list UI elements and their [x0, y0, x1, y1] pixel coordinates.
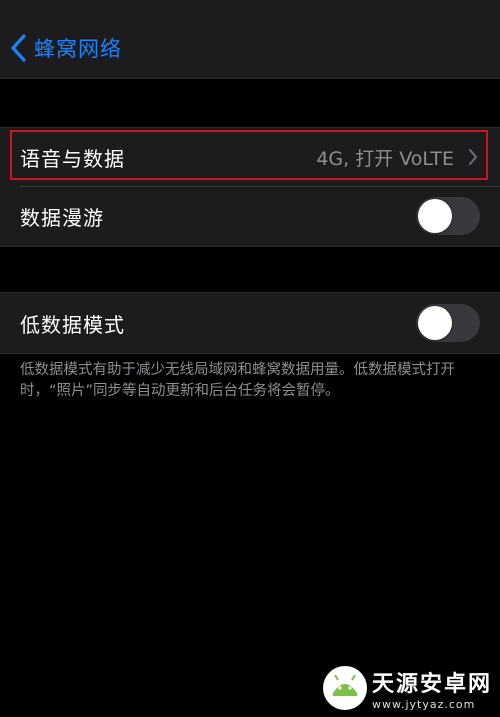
data-roaming-label: 数据漫游: [20, 205, 104, 230]
voice-and-data-row[interactable]: 语音与数据 4G, 打开 VoLTE: [0, 128, 500, 186]
back-button[interactable]: 蜂窝网络: [10, 30, 122, 66]
voice-and-data-label: 语音与数据: [20, 146, 125, 171]
toggle-knob: [418, 306, 452, 340]
navigation-bar: 蜂窝网络: [0, 0, 500, 79]
android-logo-icon: [322, 666, 367, 710]
low-data-mode-row: 低数据模式: [0, 294, 500, 352]
voice-and-data-value: 4G, 打开 VoLTE: [316, 147, 454, 170]
chevron-right-icon: [469, 149, 477, 165]
data-roaming-toggle[interactable]: [416, 197, 480, 235]
low-data-mode-description: 低数据模式有助于减少无线局域网和蜂窝数据用量。低数据模式打开时，“照片”同步等自…: [20, 362, 455, 399]
watermark: 天源安卓网 www.jytyaz.com: [322, 665, 492, 711]
low-data-group: 低数据模式: [0, 292, 500, 354]
chevron-left-icon: [11, 34, 26, 62]
toggle-knob: [418, 199, 452, 233]
watermark-text: 天源安卓网 www.jytyaz.com: [372, 666, 492, 711]
watermark-url: www.jytyaz.com: [371, 697, 476, 711]
low-data-mode-toggle[interactable]: [416, 304, 480, 342]
low-data-mode-label: 低数据模式: [20, 312, 125, 337]
data-roaming-row: 数据漫游: [0, 187, 500, 245]
watermark-title: 天源安卓网: [371, 671, 492, 697]
back-button-label: 蜂窝网络: [34, 37, 122, 61]
cellular-settings-group: 语音与数据 4G, 打开 VoLTE 数据漫游: [0, 127, 500, 247]
